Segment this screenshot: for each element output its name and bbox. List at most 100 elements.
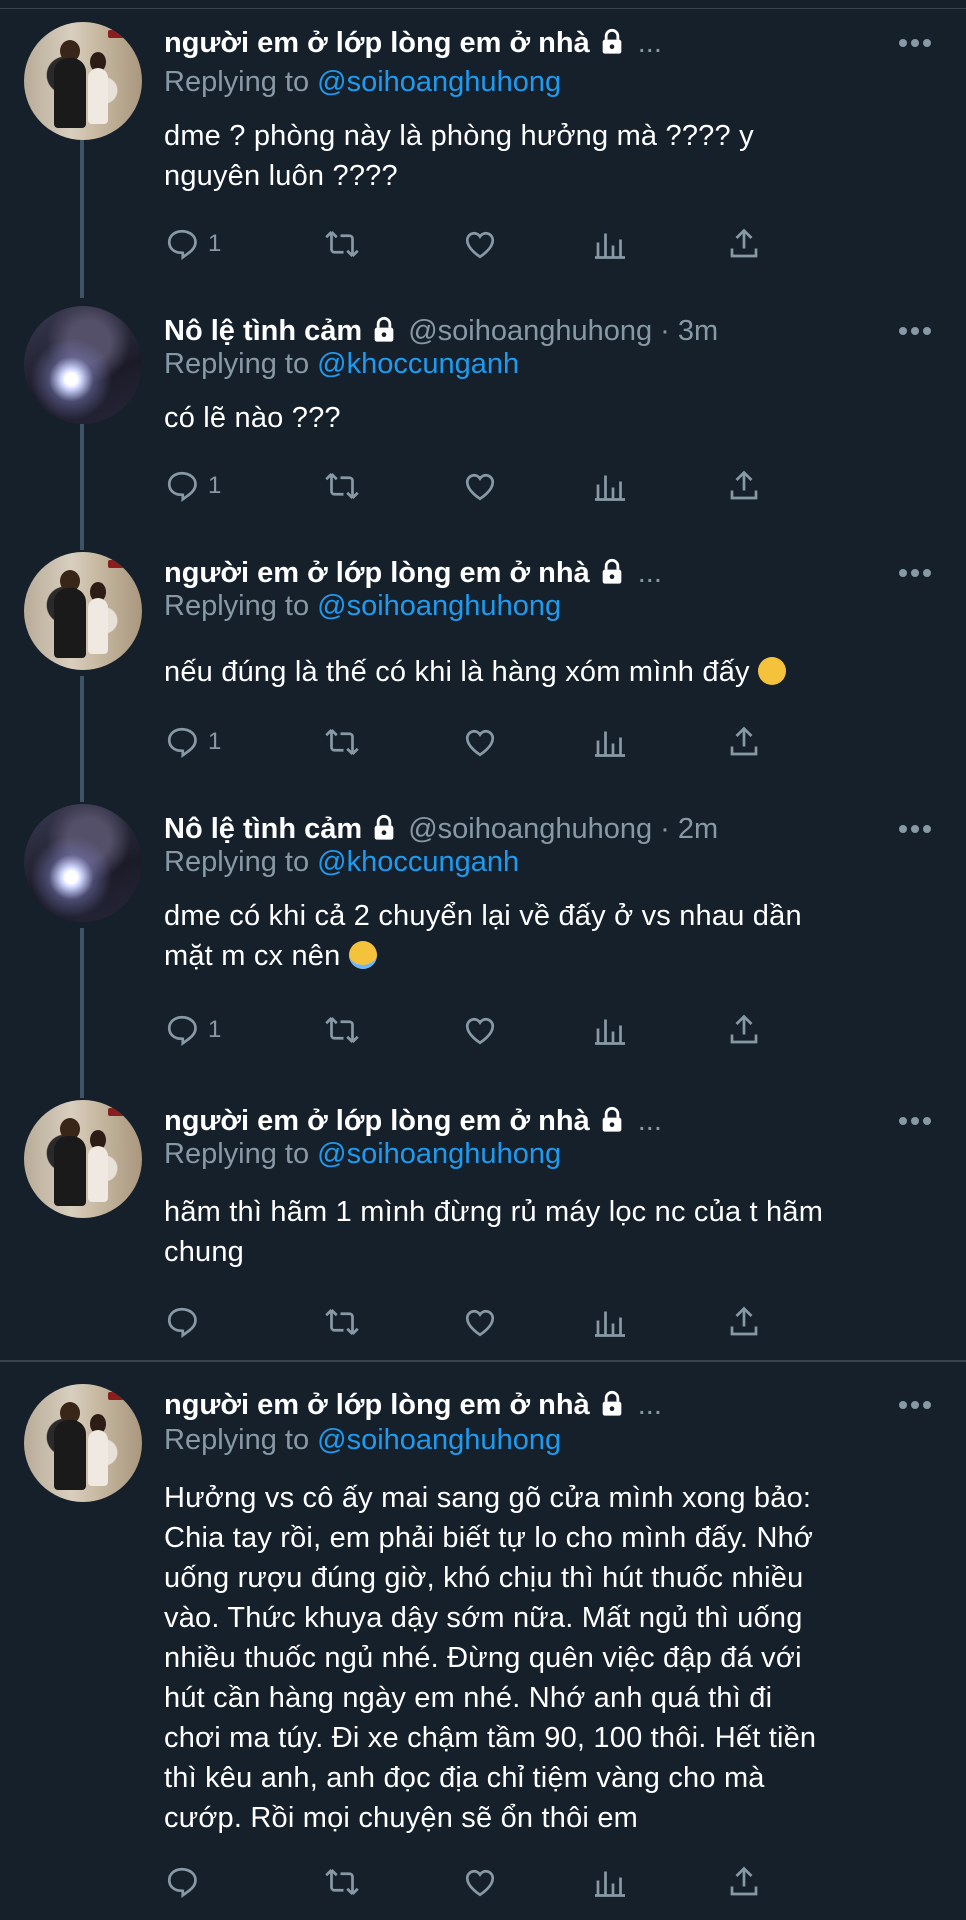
user-handle[interactable]: @soihoanghuhong xyxy=(408,315,652,348)
action-bar xyxy=(164,1304,854,1344)
reply-count: 1 xyxy=(208,230,222,257)
mention-link[interactable]: @soihoanghuhong xyxy=(317,66,561,98)
retweet-button[interactable] xyxy=(324,724,360,760)
like-button[interactable] xyxy=(462,226,498,262)
user-handle[interactable]: @soihoanghuhong xyxy=(408,813,652,846)
tweet-text-line: mặt m cx nên xyxy=(164,940,341,972)
lock-icon xyxy=(602,28,622,54)
more-icon[interactable] xyxy=(898,38,932,48)
retweet-button[interactable] xyxy=(324,468,360,504)
lock-icon xyxy=(602,558,622,584)
retweet-button[interactable] xyxy=(324,1864,360,1900)
share-button[interactable] xyxy=(726,1012,762,1048)
reply-button[interactable] xyxy=(164,1864,208,1900)
retweet-button[interactable] xyxy=(324,226,360,262)
more-icon[interactable] xyxy=(898,326,932,336)
timestamp[interactable]: 3m xyxy=(678,315,718,348)
analytics-button[interactable] xyxy=(592,226,628,262)
display-name[interactable]: Nô lệ tình cảm xyxy=(164,813,362,846)
share-button[interactable] xyxy=(726,468,762,504)
lock-icon xyxy=(374,814,394,840)
like-button[interactable] xyxy=(462,1304,498,1340)
reply-button[interactable] xyxy=(164,1304,208,1340)
avatar[interactable] xyxy=(24,804,142,922)
tweet-text: hãm thì hãm 1 mình đừng rủ máy lọc nc củ… xyxy=(164,1192,934,1272)
timestamp[interactable]: 2m xyxy=(678,813,718,846)
more-icon[interactable] xyxy=(898,1116,932,1126)
mention-link[interactable]: @soihoanghuhong xyxy=(317,1424,561,1456)
reply-icon xyxy=(167,1307,197,1339)
lock-icon xyxy=(374,316,394,342)
retweet-button[interactable] xyxy=(324,1012,360,1048)
tweet-text-line: dme ? phòng này là phòng hưởng mà ???? y xyxy=(164,120,754,152)
avatar[interactable] xyxy=(24,22,142,140)
share-icon xyxy=(730,726,758,756)
replying-to: Replying to @soihoanghuhong xyxy=(164,590,561,623)
tweet-text-line: hút cần hàng ngày em nhé. Nhớ anh quá th… xyxy=(164,1682,773,1714)
replying-label: Replying to xyxy=(164,66,310,98)
like-button[interactable] xyxy=(462,1012,498,1048)
reply-button[interactable]: 1 xyxy=(164,226,221,262)
tweet[interactable]: người em ở lớp lòng em ở nhà ... Replyin… xyxy=(0,540,966,790)
reply-button[interactable]: 1 xyxy=(164,1012,221,1048)
tweet[interactable]: người em ở lớp lòng em ở nhà ... Replyin… xyxy=(0,0,966,290)
share-button[interactable] xyxy=(726,1864,762,1900)
tweet[interactable]: người em ở lớp lòng em ở nhà ... Replyin… xyxy=(0,1080,966,1360)
reply-button[interactable]: 1 xyxy=(164,724,221,760)
avatar[interactable] xyxy=(24,1100,142,1218)
display-name[interactable]: người em ở lớp lòng em ở nhà xyxy=(164,27,590,60)
action-bar: 1 xyxy=(164,724,854,764)
share-button[interactable] xyxy=(726,724,762,760)
like-button[interactable] xyxy=(462,468,498,504)
tweet-text-line: Chia tay rồi, em phải biết tự lo cho mìn… xyxy=(164,1522,814,1554)
tweet[interactable]: Nô lệ tình cảm @soihoanghuhong · 2m Repl… xyxy=(0,790,966,1080)
share-button[interactable] xyxy=(726,1304,762,1340)
mention-link[interactable]: @khoccunganh xyxy=(317,846,519,878)
share-icon xyxy=(730,228,758,258)
avatar[interactable] xyxy=(24,552,142,670)
avatar[interactable] xyxy=(24,306,142,424)
reply-count: 1 xyxy=(208,472,222,499)
analytics-button[interactable] xyxy=(592,1304,628,1340)
action-bar xyxy=(164,1864,854,1904)
retweet-icon xyxy=(325,1869,359,1895)
analytics-icon xyxy=(595,475,625,501)
retweet-icon xyxy=(325,1017,359,1043)
avatar[interactable] xyxy=(24,1384,142,1502)
retweet-icon xyxy=(325,1309,359,1335)
analytics-icon xyxy=(595,1019,625,1045)
retweet-icon xyxy=(325,473,359,499)
analytics-icon xyxy=(595,1311,625,1337)
replying-to: Replying to @khoccunganh xyxy=(164,846,519,879)
replying-to: Replying to @soihoanghuhong xyxy=(164,66,561,99)
tweet-text: có lẽ nào ??? xyxy=(164,398,934,438)
analytics-button[interactable] xyxy=(592,1864,628,1900)
display-name[interactable]: Nô lệ tình cảm xyxy=(164,315,362,348)
analytics-icon xyxy=(595,1871,625,1897)
tweet[interactable]: Nô lệ tình cảm @soihoanghuhong · 3m Repl… xyxy=(0,290,966,540)
reply-count: 1 xyxy=(208,728,222,755)
more-icon[interactable] xyxy=(898,1400,932,1410)
like-icon xyxy=(465,729,495,757)
like-button[interactable] xyxy=(462,1864,498,1900)
more-icon[interactable] xyxy=(898,824,932,834)
analytics-button[interactable] xyxy=(592,724,628,760)
share-button[interactable] xyxy=(726,226,762,262)
tweet[interactable]: người em ở lớp lòng em ở nhà ... Replyin… xyxy=(0,1362,966,1920)
analytics-button[interactable] xyxy=(592,1012,628,1048)
display-name[interactable]: người em ở lớp lòng em ở nhà xyxy=(164,557,590,590)
tweet-text: dme có khi cả 2 chuyển lại về đấy ở vs n… xyxy=(164,896,934,976)
mention-link[interactable]: @khoccunganh xyxy=(317,348,519,380)
mention-link[interactable]: @soihoanghuhong xyxy=(317,590,561,622)
like-button[interactable] xyxy=(462,724,498,760)
analytics-button[interactable] xyxy=(592,468,628,504)
display-name[interactable]: người em ở lớp lòng em ở nhà xyxy=(164,1105,590,1138)
grinning-face-emoji-icon xyxy=(758,657,787,685)
display-name[interactable]: người em ở lớp lòng em ở nhà xyxy=(164,1389,590,1422)
mention-link[interactable]: @soihoanghuhong xyxy=(317,1138,561,1170)
separator-dot: · xyxy=(660,315,670,347)
retweet-button[interactable] xyxy=(324,1304,360,1340)
more-icon[interactable] xyxy=(898,568,932,578)
replying-label: Replying to xyxy=(164,348,310,380)
reply-button[interactable]: 1 xyxy=(164,468,221,504)
